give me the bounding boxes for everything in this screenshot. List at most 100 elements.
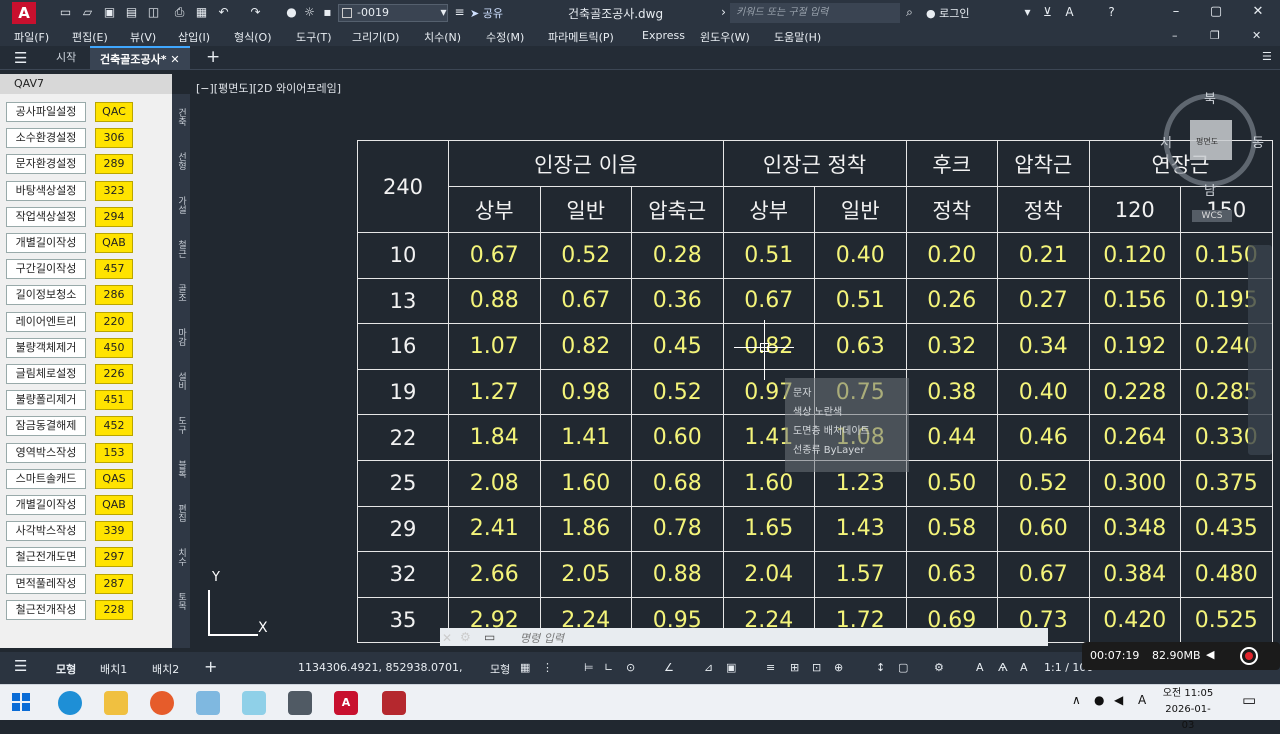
app-icon[interactable] (382, 691, 406, 715)
palette-command-button[interactable]: 문자환경설정 (6, 154, 86, 175)
palette-command-button[interactable]: 잠금동결해제 (6, 416, 86, 437)
value-cell[interactable]: 0.88 (448, 277, 541, 325)
value-cell[interactable]: 0.264 (1088, 414, 1181, 461)
value-cell[interactable]: 0.63 (905, 551, 998, 598)
palette-command-code[interactable]: QAC (95, 102, 133, 122)
palette-command-code[interactable]: 451 (95, 390, 133, 411)
value-cell[interactable]: 0.46 (997, 414, 1090, 461)
doc-restore-icon[interactable]: ❐ (1210, 29, 1220, 42)
autocad-logo[interactable]: A (12, 2, 36, 24)
value-cell[interactable]: 1.65 (722, 505, 815, 553)
menu-insert[interactable]: 삽입(I) (178, 29, 210, 45)
palette-command-code[interactable]: 287 (95, 573, 133, 594)
palette-command-code[interactable]: 228 (95, 599, 133, 620)
selection-cycling-icon[interactable]: ≡ (766, 661, 775, 674)
tab-model[interactable]: 모형 (56, 661, 76, 677)
palette-side-tab[interactable]: 설비 (174, 372, 188, 390)
palette-side-tab[interactable]: 마감 (174, 328, 188, 346)
value-cell[interactable]: 0.67 (448, 232, 541, 279)
palette-command-button[interactable]: 구간길이작성 (6, 259, 86, 280)
value-cell[interactable]: 0.36 (631, 277, 724, 325)
value-cell[interactable]: 0.68 (631, 459, 724, 507)
value-cell[interactable]: 1.41 (539, 414, 632, 461)
menu-window[interactable]: 윈도우(W) (700, 29, 750, 45)
palette-command-code[interactable]: 306 (95, 128, 133, 149)
value-cell[interactable]: 0.420 (1088, 596, 1181, 644)
help-icon[interactable]: ? (1104, 5, 1119, 20)
bar-diameter-cell[interactable]: 10 (357, 232, 449, 279)
value-cell[interactable]: 1.27 (448, 368, 541, 416)
menu-tools[interactable]: 도구(T) (296, 29, 332, 45)
paint-icon[interactable] (196, 691, 220, 715)
value-cell[interactable]: 0.300 (1088, 459, 1181, 507)
redo-icon[interactable]: ↷ (248, 5, 263, 20)
coordinate-readout[interactable]: 1134306.4921, 852938.0701, 0.0000 (290, 652, 488, 706)
menu-view[interactable]: 뷰(V) (130, 29, 156, 45)
share-button[interactable]: ➤ 공유 (470, 5, 503, 21)
value-cell[interactable]: 0.98 (539, 368, 632, 416)
search-expand-icon[interactable]: › (716, 5, 731, 20)
menu-draw[interactable]: 그리기(D) (352, 29, 399, 45)
value-cell[interactable]: 0.525 (1180, 596, 1273, 644)
cart-icon[interactable]: ⊻ (1040, 5, 1055, 20)
palette-command-code[interactable]: 153 (95, 442, 133, 463)
value-cell[interactable]: 0.51 (814, 277, 907, 325)
menu-edit[interactable]: 편집(E) (72, 29, 108, 45)
palette-command-button[interactable]: 소수환경설정 (6, 128, 86, 149)
3d-osnap-icon[interactable]: ⊞ (790, 661, 799, 674)
compass-west[interactable]: 서 (1160, 132, 1172, 151)
screen-recorder-widget[interactable]: 00:07:19 82.90MB ◀ (1082, 642, 1280, 670)
palette-side-tab[interactable]: 골조 (174, 284, 188, 302)
polar-icon[interactable]: ⊙ (626, 661, 635, 674)
search-input[interactable]: 키워드 또는 구절 입력 (730, 3, 900, 23)
app-icon[interactable] (242, 691, 266, 715)
undo-icon[interactable]: ↶ (216, 5, 231, 20)
chevron-down-icon[interactable]: ▾ (1020, 5, 1035, 20)
new-file-icon[interactable]: ▭ (58, 5, 73, 20)
command-settings-icon[interactable]: ⚙ (460, 630, 471, 644)
value-cell[interactable]: 0.45 (631, 323, 724, 370)
login-button[interactable]: ● 로그인 (926, 5, 969, 21)
value-cell[interactable]: 2.66 (448, 551, 541, 598)
palette-command-code[interactable]: 452 (95, 416, 133, 437)
value-cell[interactable]: 0.63 (814, 323, 907, 370)
palette-command-code[interactable]: 297 (95, 547, 133, 568)
palette-command-button[interactable]: 레이어엔트리 (6, 311, 86, 332)
sun-icon[interactable]: ☼ (302, 5, 317, 20)
palette-command-code[interactable]: 286 (95, 285, 133, 306)
record-stop-icon[interactable] (1240, 647, 1258, 665)
value-cell[interactable]: 0.67 (997, 551, 1090, 598)
menu-parametric[interactable]: 파라메트릭(P) (548, 29, 614, 45)
annotation-icon[interactable]: A (1020, 661, 1028, 674)
viewport-controls[interactable]: [−][평면도][2D 와이어프레임] (196, 80, 341, 96)
value-cell[interactable]: 0.26 (905, 277, 998, 325)
value-cell[interactable]: 2.08 (448, 459, 541, 507)
palette-command-code[interactable]: 294 (95, 206, 133, 227)
value-cell[interactable]: 2.04 (722, 551, 815, 598)
maximize-button[interactable]: ▢ (1208, 4, 1224, 20)
osnap-track-icon[interactable]: ∠ (664, 661, 674, 674)
calculator-icon[interactable] (288, 691, 312, 715)
value-cell[interactable]: 0.40 (814, 232, 907, 279)
palette-side-tab[interactable]: 블록 (174, 460, 188, 478)
palette-command-code[interactable]: 220 (95, 311, 133, 332)
palette-command-button[interactable]: 공사파일설정 (6, 102, 86, 122)
command-close-icon[interactable]: ✕ (442, 631, 452, 645)
minimize-button[interactable]: – (1168, 4, 1184, 20)
value-cell[interactable]: 0.375 (1180, 459, 1273, 507)
palette-command-button[interactable]: 작업색상설정 (6, 206, 86, 227)
bar-diameter-cell[interactable]: 25 (357, 459, 449, 507)
hamburger-menu-icon[interactable]: ☰ (14, 49, 27, 67)
tab-close-icon[interactable]: ✕ (170, 53, 179, 66)
palette-side-tab[interactable]: 철근 (174, 240, 188, 258)
file-explorer-icon[interactable] (104, 691, 128, 715)
value-cell[interactable]: 0.52 (997, 459, 1090, 507)
doc-minimize-icon[interactable]: – (1172, 29, 1178, 42)
palette-command-code[interactable]: QAS (95, 468, 133, 489)
open-folder-icon[interactable]: ▱ (80, 5, 95, 20)
app-icon[interactable] (150, 691, 174, 715)
value-cell[interactable]: 0.52 (631, 368, 724, 416)
edge-browser-icon[interactable] (58, 691, 82, 715)
palette-side-tab[interactable]: 건축 (174, 108, 188, 126)
palette-command-button[interactable]: 불량객체제거 (6, 337, 86, 358)
